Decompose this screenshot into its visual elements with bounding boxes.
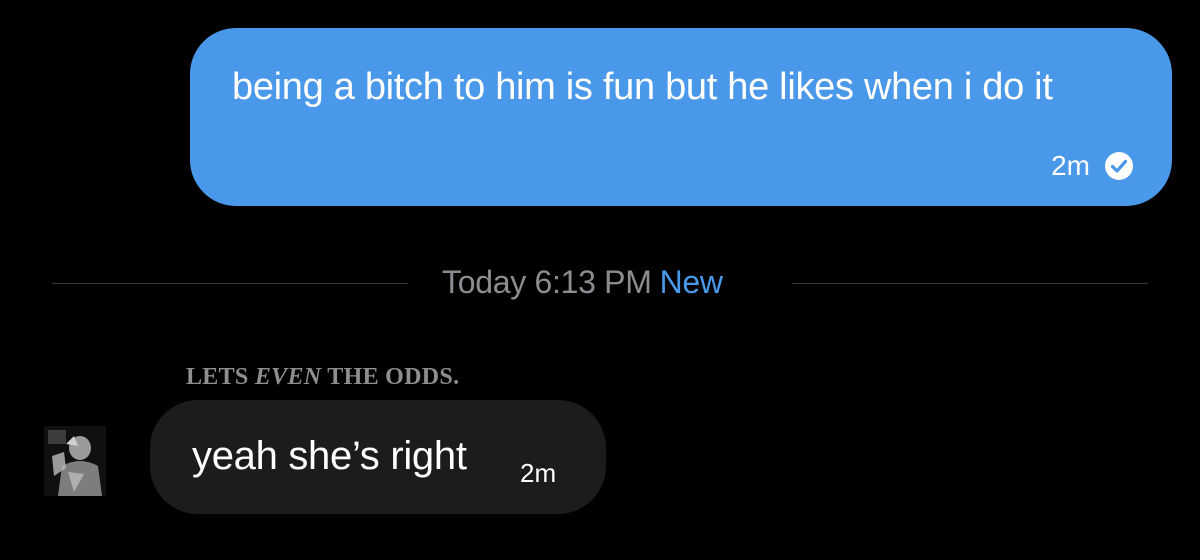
sender-avatar[interactable] (44, 426, 106, 496)
sender-name-part2: EVEN (254, 364, 322, 390)
avatar-image (44, 426, 106, 496)
sender-name-part1: LETS (186, 364, 255, 390)
new-label: New (659, 264, 723, 300)
outgoing-message-text: being a bitch to him is fun but he likes… (232, 66, 1053, 108)
divider-line-right (792, 283, 1148, 284)
divider-timestamp: Today 6:13 PM (442, 264, 652, 300)
sender-name-part3: THE ODDS. (321, 364, 460, 390)
divider-line-left (52, 283, 408, 284)
check-circle-icon (1104, 151, 1134, 181)
incoming-message-text: yeah she’s right (192, 434, 467, 478)
incoming-message-time: 2m (520, 458, 557, 488)
divider-label: Today 6:13 PM New (442, 262, 723, 302)
outgoing-message-bubble[interactable]: being a bitch to him is fun but he likes… (190, 28, 1172, 206)
outgoing-message-meta: 2m (1051, 150, 1134, 182)
incoming-message-bubble[interactable]: yeah she’s right 2m (150, 400, 606, 514)
new-messages-divider: Today 6:13 PM New (0, 262, 1200, 302)
sender-name[interactable]: LETS EVEN THE ODDS. (186, 364, 459, 391)
outgoing-message-time: 2m (1051, 150, 1090, 181)
